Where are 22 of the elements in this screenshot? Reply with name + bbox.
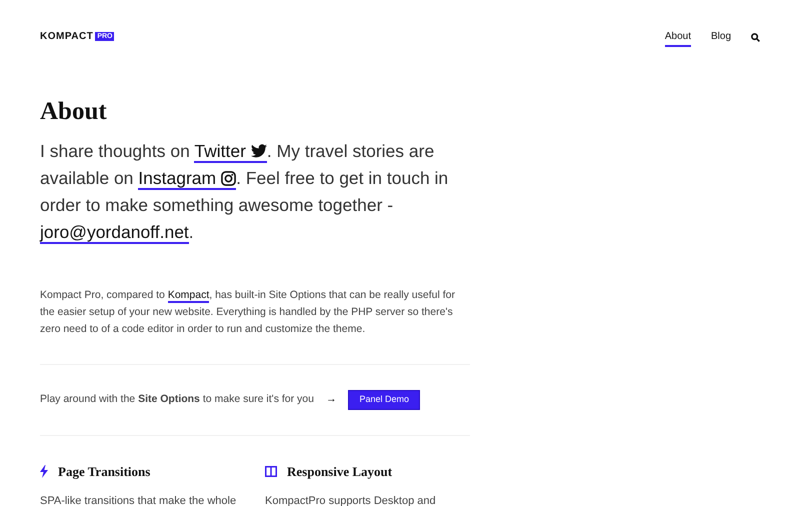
feature-title: Page Transitions: [58, 463, 150, 481]
arrow-text: →: [326, 392, 336, 408]
link[interactable]: Kompact: [168, 289, 210, 303]
columns-icon: [265, 466, 277, 478]
search-icon[interactable]: [751, 32, 760, 42]
intro-paragraph: I share thoughts on Twitter . My travel stories are available on Instagram . Feel free to get in touch in order to make something awesome together - joro@yordanoff.net.: [40, 140, 450, 246]
logo[interactable]: KOMPACT: [40, 29, 94, 44]
feature-text: KompactPro supports Desktop and: [265, 494, 437, 506]
camera-icon: [221, 171, 236, 186]
feature-title: Responsive Layout: [287, 463, 392, 481]
description-paragraph: Kompact Pro, compared to Kompact, has built-in Site Options that can be really useful for the easier setup of your new website. Everything is handled by the PHP server so there's zero need to of a code editor in order to run and customize the theme.: [40, 288, 456, 337]
link[interactable]: joro@yordanoff.net: [40, 222, 189, 244]
cta-text: Play around with the Site Options to make sure it's for you: [40, 392, 314, 408]
bird-icon: [250, 144, 267, 158]
page-title: About: [40, 97, 108, 127]
nav-link[interactable]: Blog: [710, 29, 731, 47]
link[interactable]: Instagram: [138, 168, 236, 190]
feature-text: SPA-like transitions that make the whole: [40, 494, 238, 506]
panel-demo-button[interactable]: Panel Demo: [348, 390, 420, 410]
lightning-icon: [40, 465, 48, 478]
link[interactable]: Twitter: [194, 141, 267, 163]
nav-link[interactable]: About: [664, 29, 691, 47]
